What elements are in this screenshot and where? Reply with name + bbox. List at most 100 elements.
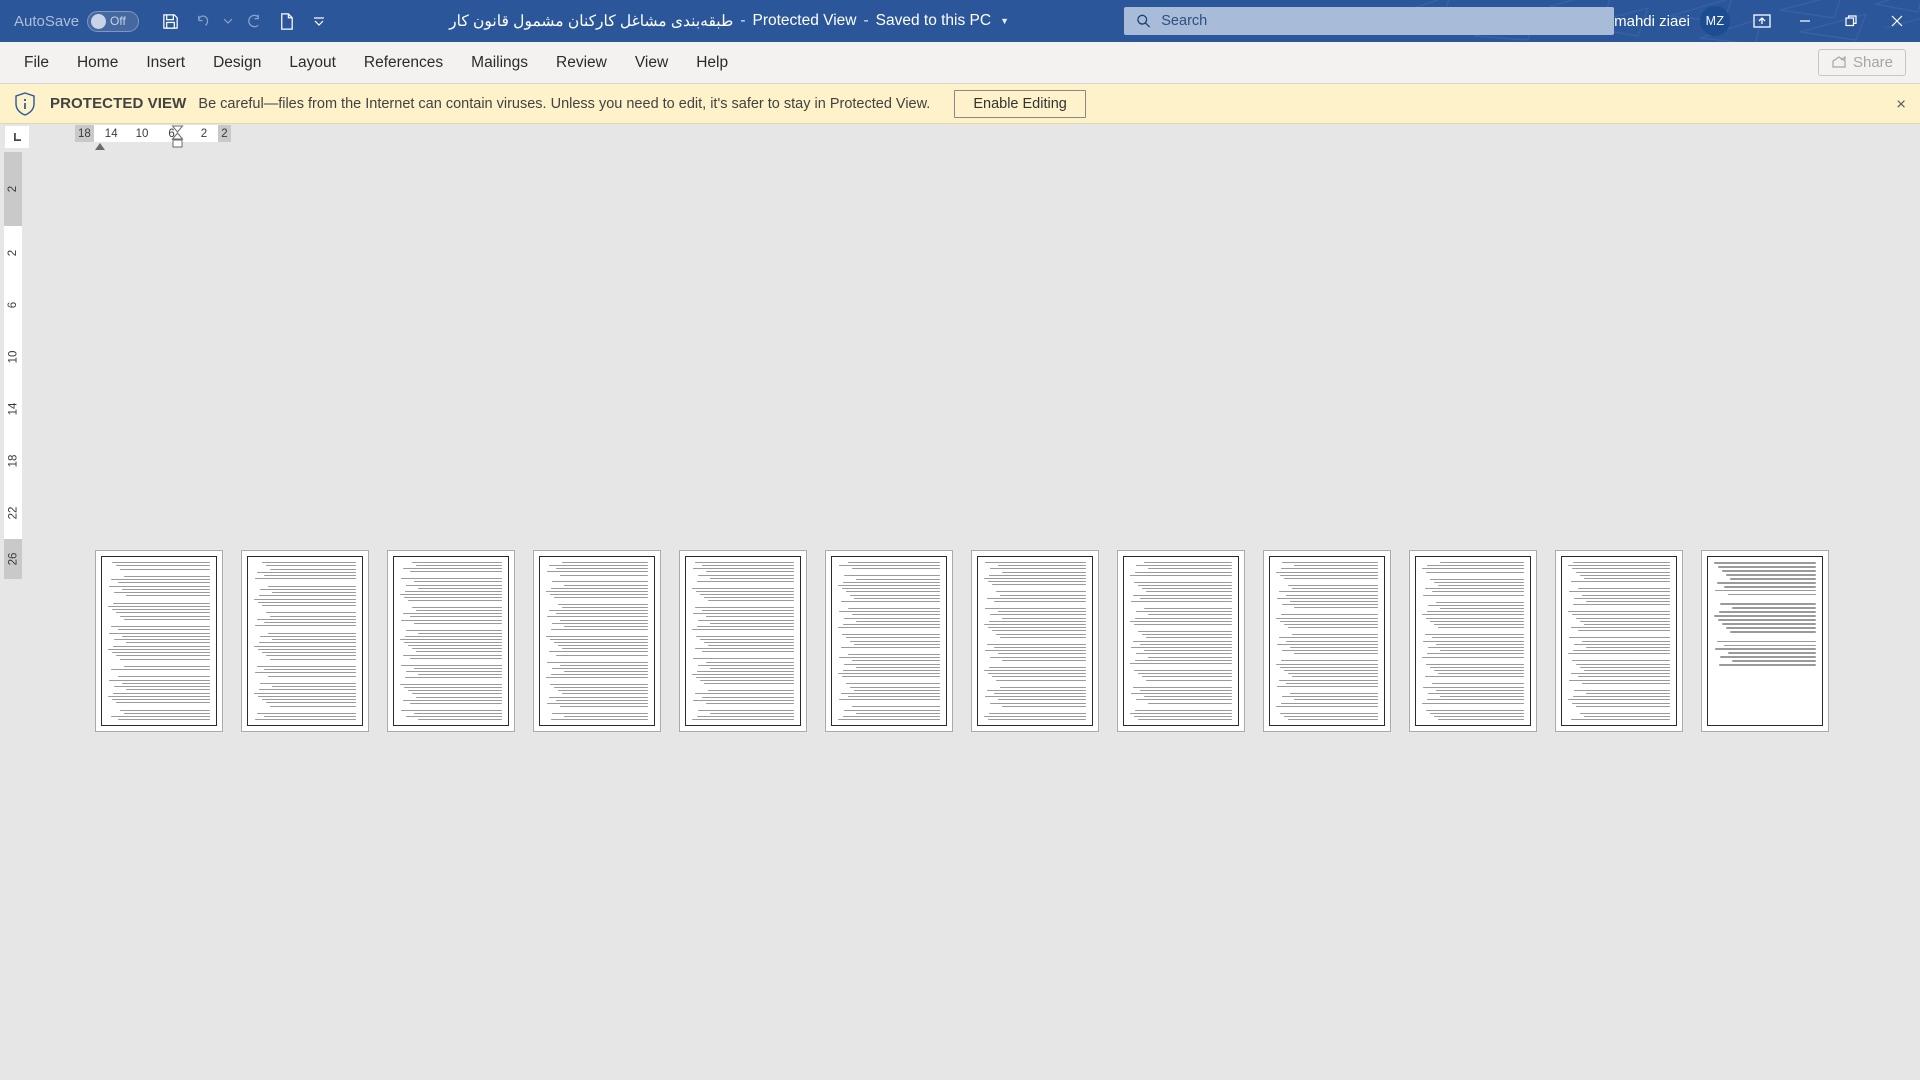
page-thumbnail[interactable] [95, 550, 223, 732]
search-box[interactable] [1124, 7, 1615, 35]
page-thumbnail[interactable] [241, 550, 369, 732]
autosave-toggle-group[interactable]: AutoSave Off [14, 10, 140, 32]
text-line [254, 598, 356, 600]
text-line [990, 614, 1086, 616]
horizontal-ruler[interactable]: 18 14 10 6 2 2 [75, 125, 231, 150]
text-line [1146, 637, 1232, 639]
text-line [990, 656, 1086, 658]
text-line [839, 657, 940, 659]
close-button[interactable] [1874, 0, 1920, 42]
new-document-button[interactable] [271, 6, 301, 36]
text-line [1576, 663, 1670, 665]
text-line [1276, 705, 1378, 707]
save-location-label[interactable]: Saved to this PC [876, 12, 991, 30]
tab-home[interactable]: Home [63, 42, 132, 84]
page-thumbnail[interactable] [1117, 550, 1245, 732]
tab-stop-selector[interactable] [4, 125, 30, 149]
customize-quick-access-toolbar[interactable] [304, 6, 334, 36]
page-thumbnail[interactable] [1409, 550, 1537, 732]
page-thumbnail[interactable] [971, 550, 1099, 732]
text-line [1440, 650, 1524, 651]
text-line [702, 696, 794, 698]
text-line [114, 686, 210, 687]
text-line [120, 568, 210, 570]
text-line [985, 650, 1086, 651]
text-line [710, 712, 794, 714]
page-thumbnail[interactable] [387, 550, 515, 732]
text-line [1276, 571, 1378, 573]
text-line [1422, 568, 1524, 570]
text-line [1434, 716, 1524, 717]
text-line [1136, 699, 1232, 701]
save-location-chevron-down-icon[interactable]: ▼ [1000, 16, 1009, 26]
text-line [1292, 588, 1378, 589]
quick-access-toolbar [155, 6, 334, 36]
tab-review[interactable]: Review [542, 42, 621, 84]
minimize-button[interactable] [1782, 0, 1828, 42]
text-line [1136, 611, 1232, 613]
tab-view[interactable]: View [621, 42, 682, 84]
text-line [1722, 569, 1816, 572]
redo-icon [247, 14, 259, 27]
enable-editing-button[interactable]: Enable Editing [954, 89, 1086, 118]
text-line [698, 664, 794, 666]
text-line [1426, 709, 1524, 711]
restore-button[interactable] [1828, 0, 1874, 42]
page-thumbnail[interactable] [1263, 550, 1391, 732]
text-line [996, 679, 1086, 681]
text-line [698, 709, 794, 711]
tab-design[interactable]: Design [199, 42, 275, 84]
search-input[interactable] [1161, 13, 1603, 29]
tab-layout[interactable]: Layout [275, 42, 350, 84]
tab-insert[interactable]: Insert [132, 42, 199, 84]
text-line [692, 628, 794, 630]
page-thumbnails[interactable] [95, 550, 1829, 732]
ribbon-display-options-button[interactable] [1742, 0, 1782, 42]
text-line [1724, 585, 1816, 588]
text-line [843, 623, 940, 625]
tab-references[interactable]: References [350, 42, 457, 84]
first-line-indent-marker[interactable] [95, 143, 105, 150]
page-thumbnail[interactable] [1555, 550, 1683, 732]
vertical-ruler[interactable]: 2 2 6 10 14 18 22 26 [4, 152, 22, 579]
tab-file[interactable]: File [10, 42, 63, 84]
text-line [562, 693, 648, 695]
text-line [118, 719, 210, 721]
left-indent-marker[interactable] [171, 125, 184, 154]
text-line [546, 635, 648, 637]
text-line [556, 654, 648, 656]
text-line [1573, 650, 1670, 651]
page-thumbnail[interactable] [1701, 550, 1829, 732]
close-banner-icon[interactable]: × [1896, 95, 1906, 112]
text-line [1719, 611, 1816, 613]
tab-help[interactable]: Help [682, 42, 742, 84]
text-line [846, 637, 940, 639]
page-thumbnail[interactable] [679, 550, 807, 732]
undo-dropdown[interactable] [221, 6, 235, 36]
autosave-state: Off [110, 14, 126, 28]
share-button[interactable]: Share [1817, 49, 1906, 76]
text-line [268, 675, 356, 677]
text-line [1288, 719, 1378, 721]
page-thumbnail[interactable] [825, 550, 953, 732]
text-line [698, 574, 794, 576]
title-separator-1: - [740, 12, 746, 29]
undo-button[interactable] [188, 6, 218, 36]
text-line [1586, 693, 1670, 694]
text-line [1586, 600, 1670, 602]
hruler-tick-14: 14 [101, 125, 121, 142]
text-line [547, 661, 648, 663]
page-content [101, 556, 217, 726]
avatar[interactable]: MZ [1700, 6, 1730, 36]
text-line [400, 593, 502, 595]
document-canvas[interactable]: 2 2 6 10 14 18 22 26 [0, 152, 1920, 1080]
redo-button[interactable] [238, 6, 268, 36]
user-name[interactable]: mahdi ziaei [1614, 13, 1690, 30]
tab-mailings[interactable]: Mailings [457, 42, 542, 84]
autosave-switch[interactable]: Off [87, 10, 140, 32]
close-icon [1891, 15, 1903, 27]
text-line [695, 562, 794, 563]
save-button[interactable] [155, 6, 185, 36]
text-line [1440, 562, 1524, 563]
page-thumbnail[interactable] [533, 550, 661, 732]
